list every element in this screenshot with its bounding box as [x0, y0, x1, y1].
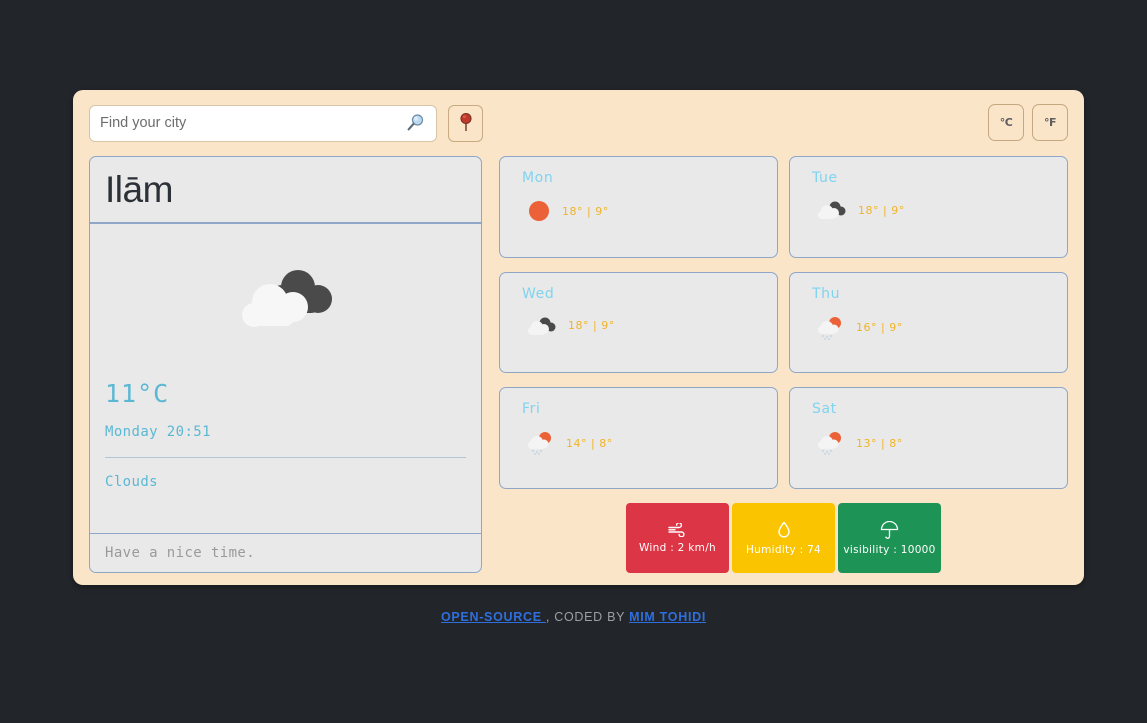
- page-footer: OPEN-SOURCE , CODED BY MIM TOHIDI: [0, 610, 1147, 624]
- sun-icon: [528, 200, 550, 222]
- forecast-day-label: Sat: [812, 401, 837, 418]
- forecast-day-label: Wed: [522, 285, 555, 302]
- current-temperature: 11°C: [105, 379, 170, 408]
- forecast-temps: 18° | 9°: [562, 204, 609, 218]
- rain-sun-icon: [818, 431, 844, 456]
- forecast-temps: 18° | 9°: [858, 203, 905, 217]
- forecast-day-label: Fri: [522, 401, 541, 418]
- cloud-icon: [528, 316, 556, 336]
- map-pin-icon: [458, 112, 474, 134]
- stat-label: visibility : 10000: [843, 543, 936, 556]
- content-area: Ilām 11°C Monday 20:51 Clouds Have a nic…: [89, 156, 1068, 573]
- city-header: Ilām: [90, 157, 481, 224]
- current-weather-info: 11°C Monday 20:51 Clouds: [90, 379, 481, 533]
- unit-toggle-group: °C °F: [988, 104, 1068, 141]
- search-input[interactable]: [100, 105, 400, 141]
- forecast-detail-row: 16° | 9°: [812, 316, 1067, 340]
- celsius-button[interactable]: °C: [988, 104, 1024, 141]
- forecast-day-label: Thu: [812, 285, 841, 302]
- forecast-temps: 14° | 8°: [566, 436, 613, 450]
- forecast-detail-row: 18° | 9°: [812, 200, 1067, 220]
- rain-sun-icon: [818, 316, 844, 340]
- author-link[interactable]: MIM TOHIDI: [629, 610, 706, 624]
- greeting-message: Have a nice time.: [105, 545, 256, 561]
- current-weather-icon-area: [90, 224, 481, 379]
- forecast-temps: 18° | 9°: [568, 319, 615, 333]
- card-footer-strip: Have a nice time.: [90, 533, 481, 572]
- rain-sun-icon: [528, 431, 554, 456]
- stat-humidity[interactable]: Humidity : 74: [732, 503, 835, 573]
- forecast-day-label: Mon: [522, 170, 554, 186]
- forecast-temps: 13° | 8°: [856, 436, 903, 450]
- right-column: Mon 18° | 9° Tue 18° | 9° Wed 18° | 9° T…: [499, 156, 1068, 573]
- current-daytime: Monday 20:51: [105, 424, 211, 440]
- umbrella-icon: [880, 520, 899, 539]
- toolbar: °C °F: [89, 104, 1068, 142]
- broken-clouds-icon: [236, 265, 336, 339]
- forecast-card-thu[interactable]: Thu 16° | 9°: [789, 271, 1068, 374]
- stat-label: Humidity : 74: [745, 543, 822, 556]
- open-source-link[interactable]: OPEN-SOURCE: [441, 610, 546, 624]
- stat-label: Wind : 2 km/h: [638, 541, 717, 554]
- current-condition: Clouds: [105, 474, 158, 490]
- forecast-detail-row: 14° | 8°: [522, 431, 777, 456]
- weather-app: °C °F Ilām: [73, 90, 1084, 585]
- stat-visibility[interactable]: visibility : 10000: [838, 503, 941, 573]
- forecast-detail-row: 13° | 8°: [812, 431, 1067, 456]
- forecast-card-fri[interactable]: Fri 14° | 8°: [499, 387, 778, 489]
- forecast-grid: Mon 18° | 9° Tue 18° | 9° Wed 18° | 9° T…: [499, 156, 1068, 489]
- app-panel: °C °F Ilām: [73, 90, 1084, 585]
- forecast-card-mon[interactable]: Mon 18° | 9°: [499, 156, 778, 258]
- geolocate-button[interactable]: [448, 104, 483, 142]
- footer-separator: , CODED BY: [545, 610, 630, 624]
- forecast-detail-row: 18° | 9°: [522, 200, 777, 222]
- forecast-detail-row: 18° | 9°: [522, 316, 777, 336]
- forecast-card-sat[interactable]: Sat 13° | 8°: [789, 387, 1068, 489]
- droplet-icon: [776, 520, 792, 539]
- forecast-temps: 16° | 9°: [856, 321, 903, 335]
- city-name: Ilām: [105, 168, 173, 210]
- stat-wind[interactable]: Wind : 2 km/h: [626, 503, 729, 573]
- forecast-card-tue[interactable]: Tue 18° | 9°: [789, 156, 1068, 258]
- search-box[interactable]: [89, 104, 437, 142]
- magnifier-icon[interactable]: [404, 112, 426, 134]
- forecast-card-wed[interactable]: Wed 18° | 9°: [499, 271, 778, 374]
- current-weather-card: Ilām 11°C Monday 20:51 Clouds Have a nic…: [89, 156, 482, 573]
- fahrenheit-button[interactable]: °F: [1032, 104, 1068, 141]
- divider: [105, 457, 466, 458]
- stats-row: Wind : 2 km/h Humidity : 74 visibility:…: [499, 503, 1068, 573]
- cloud-icon: [818, 200, 846, 220]
- forecast-day-label: Tue: [812, 170, 838, 186]
- wind-icon: [667, 522, 688, 537]
